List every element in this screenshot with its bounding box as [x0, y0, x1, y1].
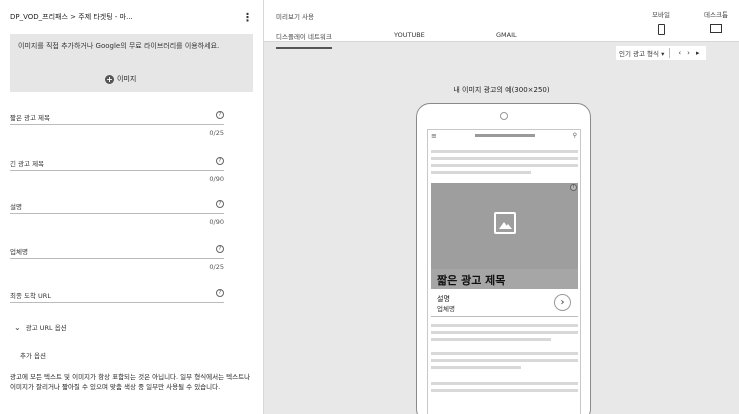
image-icon	[494, 212, 516, 234]
more-options-toggle[interactable]: 추가 옵션	[20, 350, 46, 360]
short-headline-field[interactable]: 짧은 광고 제목 ? 0/25	[10, 111, 224, 138]
more-options-label: 추가 옵션	[20, 352, 46, 360]
placeholder-line	[431, 352, 578, 355]
input-underline	[10, 302, 224, 303]
format-selector-bar: 인기 광고 형식 ▾ ‹ › ▸	[616, 46, 706, 60]
hamburger-icon: ≡	[431, 131, 437, 140]
description-label: 설명	[10, 203, 22, 211]
mock-browser-bar: ≡ ⚲	[428, 130, 580, 141]
ad-description: 설명	[437, 295, 450, 303]
input-underline	[10, 213, 224, 214]
business-name-label: 업체명	[10, 248, 28, 256]
monitor-icon	[710, 24, 722, 33]
char-counter: 0/25	[209, 263, 224, 271]
placeholder-line	[431, 164, 578, 167]
tab-youtube[interactable]: YOUTUBE	[394, 31, 425, 39]
more-vert-icon[interactable]: ⋮	[242, 12, 253, 23]
search-icon: ⚲	[572, 132, 577, 139]
divider	[669, 48, 671, 58]
add-image-label: 이미지	[117, 75, 137, 83]
placeholder-line	[431, 157, 578, 160]
disclaimer-note: 광고에 모든 텍스트 및 이미지가 항상 표함되는 것은 아닙니다. 일부 형식…	[10, 373, 251, 391]
image-upload-message: 이미지를 직접 추가하거나 Google의 무료 라이브러리를 이용하세요.	[18, 42, 220, 50]
placeholder-line	[431, 359, 578, 362]
device-desktop-label: 데스크톱	[704, 11, 728, 19]
ad-business-name: 업체명	[437, 305, 455, 313]
input-underline	[10, 258, 224, 259]
chevron-left-icon[interactable]: ‹	[678, 49, 681, 57]
divider	[431, 316, 578, 317]
placeholder-line	[431, 366, 521, 369]
preview-toolbar: 미리보기 사용 디스플레이 네트워크 YOUTUBE GMAIL 모바일 데스크…	[264, 0, 739, 49]
url-options-label: 광고 URL 옵션	[25, 324, 67, 332]
char-counter: 0/90	[209, 175, 224, 183]
plus-circle-icon: +	[105, 74, 114, 84]
placeholder-line	[431, 324, 578, 327]
info-icon: i	[570, 184, 577, 191]
url-options-toggle[interactable]: ⌄ 광고 URL 옵션	[14, 322, 67, 333]
form-header: DP_VOD_프리패스 > 주제 타겟팅 - 마... ⋮	[0, 0, 263, 34]
device-mobile-label: 모바일	[652, 11, 670, 19]
help-icon[interactable]: ?	[216, 289, 224, 297]
help-icon[interactable]: ?	[216, 157, 224, 165]
preview-panel: 미리보기 사용 디스플레이 네트워크 YOUTUBE GMAIL 모바일 데스크…	[264, 0, 739, 414]
placeholder-line	[431, 171, 531, 174]
placeholder-line	[431, 382, 578, 385]
description-field[interactable]: 설명 ? 0/90	[10, 200, 224, 227]
help-icon[interactable]: ?	[216, 111, 224, 119]
ad-short-title: 짧은 광고 제목	[431, 269, 578, 289]
chevron-right-icon[interactable]: ›	[687, 49, 690, 57]
char-counter: 0/90	[209, 218, 224, 226]
phone-icon	[657, 24, 665, 35]
input-underline	[10, 124, 224, 125]
image-upload-box: 이미지를 직접 추가하거나 Google의 무료 라이브러리를 이용하세요. +…	[10, 34, 253, 92]
preview-title: 미리보기 사용	[276, 13, 314, 21]
help-icon[interactable]: ?	[216, 200, 224, 208]
phone-screen: ≡ ⚲ i 짧은 광고 제목 설명 업체명 ›	[427, 129, 581, 414]
chevron-down-icon: ⌄	[14, 322, 21, 332]
device-mobile-button[interactable]: 모바일	[644, 9, 678, 35]
final-url-label: 최종 도착 URL	[10, 292, 51, 300]
phone-camera	[500, 112, 508, 120]
play-arrow-icon[interactable]: ▸	[696, 49, 700, 57]
mock-url-bar	[474, 134, 535, 137]
ad-form-panel: DP_VOD_프리패스 > 주제 타겟팅 - 마... ⋮ 이미지를 직접 추가…	[0, 0, 264, 414]
tab-gmail[interactable]: GMAIL	[496, 31, 517, 39]
add-image-button[interactable]: + 이미지	[105, 74, 136, 84]
ad-editor: DP_VOD_프리패스 > 주제 타겟팅 - 마... ⋮ 이미지를 직접 추가…	[0, 0, 739, 414]
final-url-field[interactable]: 최종 도착 URL ?	[10, 289, 224, 306]
long-headline-field[interactable]: 긴 광고 제목 ? 0/90	[10, 157, 224, 184]
ad-image-placeholder: i	[431, 183, 578, 269]
format-select-label: 인기 광고 형식	[619, 50, 660, 58]
phone-mockup: ≡ ⚲ i 짧은 광고 제목 설명 업체명 ›	[416, 103, 591, 414]
placeholder-line	[431, 331, 578, 334]
example-caption: 내 이미지 광고의 예(300×250)	[453, 86, 550, 94]
long-headline-label: 긴 광고 제목	[10, 160, 45, 168]
placeholder-line	[431, 389, 578, 392]
chevron-right-icon: ›	[554, 294, 571, 311]
char-counter: 0/25	[209, 129, 224, 137]
format-select[interactable]: 인기 광고 형식 ▾	[619, 48, 664, 58]
placeholder-line	[431, 338, 551, 341]
short-headline-label: 짧은 광고 제목	[10, 114, 51, 122]
business-name-field[interactable]: 업체명 ? 0/25	[10, 245, 224, 272]
tab-display-network[interactable]: 디스플레이 네트워크	[276, 31, 332, 49]
input-underline	[10, 170, 224, 171]
campaign-breadcrumb[interactable]: DP_VOD_프리패스 > 주제 타겟팅 - 마...	[10, 12, 133, 22]
placeholder-line	[431, 150, 578, 153]
device-desktop-button[interactable]: 데스크톱	[696, 9, 736, 33]
help-icon[interactable]: ?	[216, 245, 224, 253]
